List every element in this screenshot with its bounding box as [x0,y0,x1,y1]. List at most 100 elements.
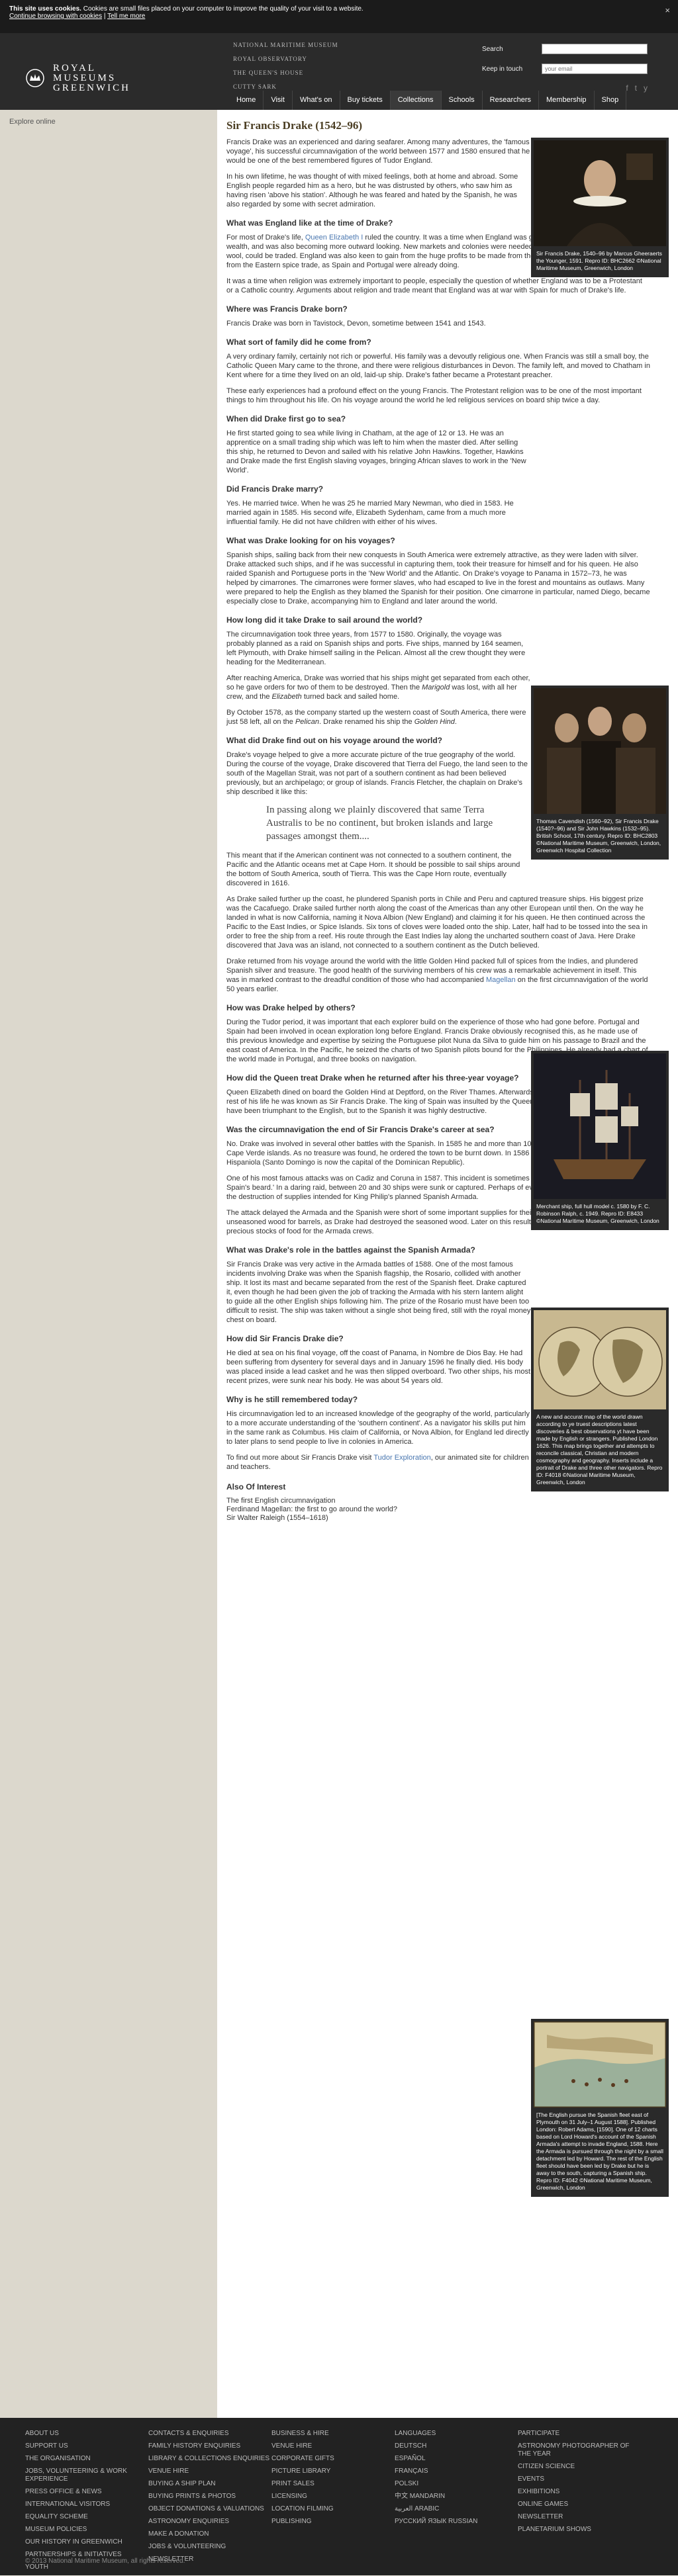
footer-link[interactable]: BUSINESS & HIRE [271,2430,395,2438]
interest-link[interactable]: Ferdinand Magellan: the first to go arou… [226,1505,669,1514]
figure-caption: [The English pursue the Spanish fleet ea… [536,2111,663,2191]
tudor-exploration-link[interactable]: Tudor Exploration [373,1454,430,1462]
search-input[interactable] [542,44,648,54]
footer-link[interactable]: PLANETARIUM SHOWS [518,2526,641,2534]
queen-elizabeth-link[interactable]: Queen Elizabeth I [305,234,363,242]
sidebar-item-explore-online[interactable]: Explore online [9,118,208,126]
logo-text: ROYAL MUSEUMS GREENWICH [53,63,130,93]
site-footer: ABOUT US SUPPORT US THE ORGANISATION JOB… [0,2418,678,2575]
footer-link[interactable]: РУССКИЙ ЯЗЫК RUSSIAN [395,2518,518,2526]
article: Sir Francis Drake (1542–96) Sir Francis … [217,110,678,2418]
footer-link[interactable]: MUSEUM POLICIES [25,2526,148,2534]
venue-link-nmm[interactable]: NATIONAL MARITIME MUSEUM [233,38,338,52]
footer-link[interactable]: LIBRARY & COLLECTIONS ENQUIRIES [148,2455,271,2463]
section-heading: Did Francis Drake marry? [226,484,324,494]
cookie-more-link[interactable]: Tell me more [107,13,145,20]
footer-link[interactable]: ASTRONOMY PHOTOGRAPHER OF THE YEAR [518,2442,641,2458]
footer-link[interactable]: PARTICIPATE [518,2430,641,2438]
youtube-icon[interactable]: y [644,83,648,93]
cookie-continue-link[interactable]: Continue browsing with cookies [9,13,102,20]
footer-link[interactable]: 中文 MANDARIN [395,2493,518,2501]
paragraph: It was a time when religion was extremel… [226,277,642,294]
footer-link[interactable]: العربية ARABIC [395,2505,518,2513]
paragraph: Spanish ships, sailing back from their n… [226,551,650,605]
footer-link[interactable]: FAMILY HISTORY ENQUIRIES [148,2442,271,2450]
interest-link[interactable]: Sir Walter Raleigh (1554–1618) [226,1514,669,1523]
footer-link[interactable]: CONTACTS & ENQUIRIES [148,2430,271,2438]
footer-link[interactable]: SUPPORT US [25,2442,148,2450]
section-heading: How long did it take Drake to sail aroun… [226,615,423,625]
footer-link[interactable]: FRANÇAIS [395,2467,518,2475]
footer-link[interactable]: EXHIBITIONS [518,2488,641,2496]
ship-name: Elizabeth [271,693,302,701]
copyright: © 2013 National Maritime Museum, all rig… [25,2557,185,2565]
footer-link[interactable]: EQUALITY SCHEME [25,2513,148,2521]
magellan-link[interactable]: Magellan [486,976,516,984]
footer-link[interactable]: INTERNATIONAL VISITORS [25,2501,148,2509]
footer-link[interactable]: POLSKI [395,2480,518,2488]
venue-link-queens-house[interactable]: THE QUEEN'S HOUSE [233,66,338,80]
text: For most of Drake's life, [226,234,305,242]
footer-link[interactable]: VENUE HIRE [148,2467,271,2475]
nav-shop[interactable]: Shop [595,91,627,110]
footer-link[interactable]: CORPORATE GIFTS [271,2455,395,2463]
footer-link[interactable]: CITIZEN SCIENCE [518,2463,641,2471]
footer-link[interactable]: ESPAÑOL [395,2455,518,2463]
footer-link[interactable]: ASTRONOMY ENQUIRIES [148,2518,271,2526]
nav-collections[interactable]: Collections [390,91,442,110]
ship-name: Golden Hind [414,718,455,726]
footer-link[interactable]: JOBS, VOLUNTEERING & WORK EXPERIENCE [25,2467,148,2483]
footer-link[interactable]: BUYING PRINTS & PHOTOS [148,2493,271,2501]
footer-col-languages: LANGUAGES DEUTSCH ESPAÑOL FRANÇAIS POLSK… [395,2430,518,2576]
section-heading: What sort of family did he come from? [226,337,371,347]
footer-link[interactable]: MAKE A DONATION [148,2530,271,2538]
footer-col-about: ABOUT US SUPPORT US THE ORGANISATION JOB… [25,2430,148,2576]
footer-link[interactable]: PICTURE LIBRARY [271,2467,395,2475]
footer-link[interactable]: EVENTS [518,2475,641,2483]
paragraph: His circumnavigation led to an increased… [226,1410,530,1446]
logo-line-2: MUSEUMS [53,72,117,83]
nav-researchers[interactable]: Researchers [483,91,540,110]
footer-link[interactable]: ONLINE GAMES [518,2501,641,2509]
footer-link[interactable]: BUYING A SHIP PLAN [148,2480,271,2488]
ship-model-image [534,1053,666,1199]
text: . [454,718,457,726]
nav-visit[interactable]: Visit [264,91,293,110]
footer-link[interactable]: OBJECT DONATIONS & VALUATIONS [148,2505,271,2513]
nav-buy-tickets[interactable]: Buy tickets [340,91,391,110]
nav-membership[interactable]: Membership [539,91,595,110]
email-field[interactable] [542,64,648,74]
nav-schools[interactable]: Schools [442,91,483,110]
search-label: Search [482,45,503,53]
fletcher-quote: In passing along we plainly discovered t… [266,805,493,842]
nav-whats-on[interactable]: What's on [293,91,340,110]
nav-home[interactable]: Home [229,91,264,110]
logo[interactable]: ROYAL MUSEUMS GREENWICH [25,45,197,111]
footer-link[interactable]: JOBS & VOLUNTEERING [148,2543,271,2551]
figure-caption: Sir Francis Drake, 1540–96 by Marcus Ghe… [536,250,662,271]
footer-link[interactable]: LANGUAGES [395,2430,518,2438]
ship-name: Marigold [422,684,450,691]
footer-link[interactable]: VENUE HIRE [271,2442,395,2450]
venue-link-observatory[interactable]: ROYAL OBSERVATORY [233,52,338,66]
footer-link[interactable]: THE ORGANISATION [25,2455,148,2463]
interest-link[interactable]: The first English circumnavigation [226,1497,669,1505]
footer-link[interactable]: PRINT SALES [271,2480,395,2488]
footer-link[interactable]: LICENSING [271,2493,395,2501]
newsletter-label: Keep in touch [482,65,523,73]
footer-link[interactable]: ABOUT US [25,2430,148,2438]
intro-paragraph: Francis Drake was an experienced and dar… [226,138,530,165]
footer-link[interactable]: PRESS OFFICE & NEWS [25,2488,148,2496]
footer-link[interactable]: OUR HISTORY IN GREENWICH [25,2538,148,2546]
footer-link[interactable]: DEUTSCH [395,2442,518,2450]
world-map-image [534,1310,666,1409]
twitter-icon[interactable]: t [635,83,637,93]
figure-ship-model: Merchant ship, full hull model c. 1580 b… [531,1051,669,1230]
footer-col-business: BUSINESS & HIRE VENUE HIRE CORPORATE GIF… [271,2430,395,2576]
crown-logo-icon [26,69,44,87]
footer-link[interactable]: LOCATION FILMING [271,2505,395,2513]
close-icon[interactable]: × [665,5,670,15]
paragraph: A very ordinary family, certainly not ri… [226,353,650,379]
footer-link[interactable]: NEWSLETTER [518,2513,641,2521]
footer-link[interactable]: PUBLISHING [271,2518,395,2526]
